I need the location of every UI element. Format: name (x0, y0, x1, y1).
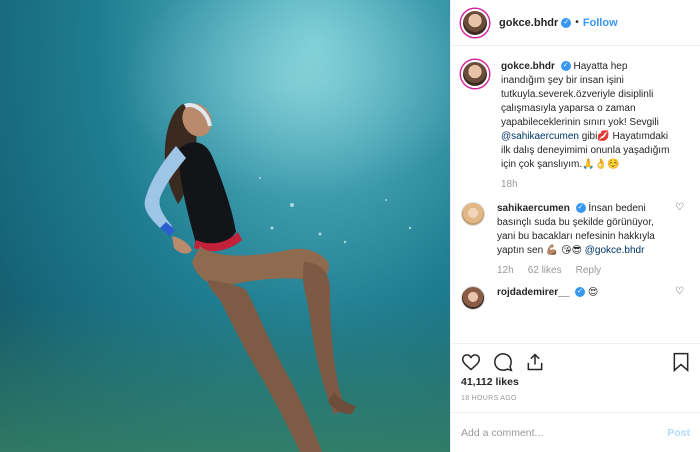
comment-like-icon[interactable]: ♡ (675, 286, 684, 297)
reply-button[interactable]: Reply (576, 264, 602, 278)
verified-icon: ✓ (575, 287, 586, 298)
post-button[interactable]: Post (667, 427, 690, 439)
comment-text: 😍 (587, 287, 599, 298)
heart-icon[interactable] (461, 352, 481, 372)
follow-button[interactable]: Follow (583, 17, 618, 29)
diver-illustration (144, 103, 412, 452)
comment-item: sahikaercumen ✓ İnsan bedeni basınçlı su… (461, 202, 690, 278)
comment-like-icon[interactable]: ♡ (675, 202, 684, 213)
commenter-avatar[interactable] (461, 286, 485, 310)
post-header: gokce.bhdr ✓ • Follow (451, 0, 700, 46)
bookmark-icon[interactable] (672, 352, 690, 372)
author-avatar[interactable] (461, 8, 489, 37)
action-bar (451, 343, 700, 373)
author-username[interactable]: gokce.bhdr (499, 17, 558, 29)
comment-time[interactable]: 12h (497, 264, 514, 278)
comment-username[interactable]: rojdademirer__ (497, 287, 569, 298)
caption-avatar[interactable] (461, 60, 489, 88)
comment-body: sahikaercumen ✓ İnsan bedeni basınçlı su… (497, 202, 669, 278)
comment-meta: 12h 62 likes Reply (497, 264, 669, 278)
comment-icon[interactable] (493, 352, 513, 372)
comment-item: rojdademirer__ ✓ 😍 ♡ (461, 286, 690, 310)
add-comment-bar: Post (451, 412, 700, 452)
bubbles (259, 177, 412, 260)
share-icon[interactable] (525, 352, 545, 372)
comment-mention[interactable]: @gokce.bhdr (585, 245, 645, 256)
comment-body: rojdademirer__ ✓ 😍 (497, 286, 669, 310)
comments-list[interactable]: gokce.bhdr ✓ Hayatta hep inandığım şey b… (451, 46, 700, 336)
post-sidebar: gokce.bhdr ✓ • Follow gokce.bhdr ✓ Hayat… (450, 0, 700, 452)
verified-icon: ✓ (560, 61, 571, 72)
caption-username[interactable]: gokce.bhdr (501, 61, 555, 72)
commenter-avatar[interactable] (461, 202, 485, 226)
verified-icon: ✓ (575, 203, 586, 214)
post-photo[interactable] (0, 0, 450, 452)
caption-time[interactable]: 18h (501, 178, 518, 192)
like-count[interactable]: 41,112 likes (461, 376, 519, 388)
caption-body: gokce.bhdr ✓ Hayatta hep inandığım şey b… (501, 60, 673, 192)
separator-dot: • (575, 17, 579, 28)
caption: gokce.bhdr ✓ Hayatta hep inandığım şey b… (461, 60, 690, 192)
caption-meta: 18h (501, 178, 673, 192)
comment-likes[interactable]: 62 likes (528, 264, 562, 278)
post-timestamp[interactable]: 18 HOURS AGO (461, 395, 517, 402)
caption-mention[interactable]: @sahikaercumen (501, 131, 579, 142)
instagram-post: gokce.bhdr ✓ • Follow gokce.bhdr ✓ Hayat… (0, 0, 700, 452)
comment-username[interactable]: sahikaercumen (497, 203, 570, 214)
verified-icon: ✓ (561, 17, 572, 28)
comment-input[interactable] (461, 426, 651, 439)
